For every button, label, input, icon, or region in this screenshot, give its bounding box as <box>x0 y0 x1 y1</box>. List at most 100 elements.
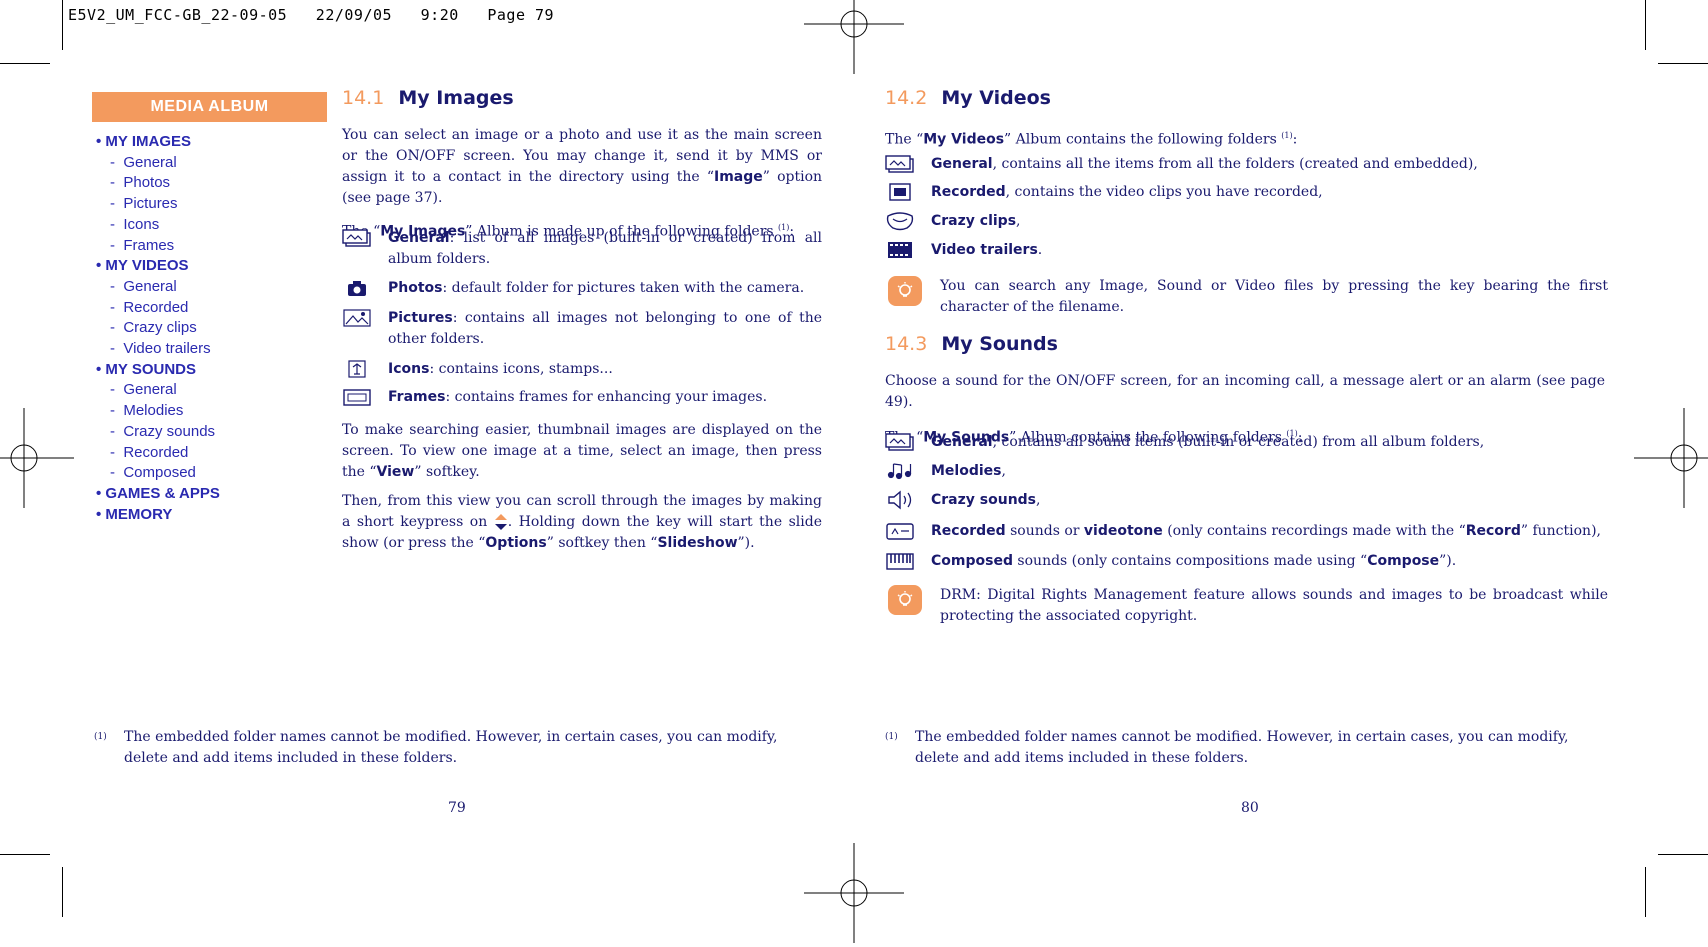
sidebar-category: MY VIDEOS <box>96 256 336 277</box>
footnote-ref: (1) <box>1281 131 1293 140</box>
folder-item-recorded-sounds: Recorded sounds or videotone (only conta… <box>885 521 1605 542</box>
images-intro-paragraph: You can select an image or a photo and u… <box>342 125 822 209</box>
section-title-14-2: 14.2 My Videos <box>885 88 1605 109</box>
left-page: 14.1 My Images <box>342 88 822 109</box>
folder-name: General <box>931 434 993 450</box>
piano-keys-icon <box>885 551 915 571</box>
folder-name: Pictures <box>388 310 453 326</box>
section-title-14-1: 14.1 My Images <box>342 88 822 109</box>
folder-text: General, contains all the items from all… <box>931 154 1605 175</box>
folder-item: Icons: contains icons, stamps... <box>342 359 822 380</box>
sidebar-subitem: General <box>96 277 336 298</box>
left-footnote: (1) The embedded folder names cannot be … <box>94 727 822 769</box>
folder-name: Crazy clips <box>931 213 1017 229</box>
folder-item-composed: Composed sounds (only contains compositi… <box>885 551 1605 572</box>
page-number: 80 <box>1241 800 1259 816</box>
folder-text: Melodies, <box>931 461 1605 482</box>
folder-text: Frames: contains frames for enhancing yo… <box>388 387 822 408</box>
crop-mark <box>1658 854 1708 855</box>
pictures-icon <box>342 308 372 328</box>
sidebar-subitem: Recorded <box>96 443 336 464</box>
folder-item: General: list of all images (built-in or… <box>342 228 822 270</box>
sidebar-subitem: Crazy sounds <box>96 422 336 443</box>
section-heading: My Videos <box>941 87 1051 109</box>
sidebar-subitem: Video trailers <box>96 339 336 360</box>
navigation-key-icon <box>494 513 508 531</box>
folder-name: Melodies <box>931 463 1002 479</box>
slideshow-paragraph: Then, from this view you can scroll thro… <box>342 491 822 554</box>
video-recorded-icon <box>885 182 915 202</box>
folder-description: , <box>1001 463 1006 479</box>
folder-text: Icons: contains icons, stamps... <box>388 359 822 380</box>
crop-mark <box>1645 867 1646 917</box>
sidebar-subitem: Pictures <box>96 194 336 215</box>
folder-description: , contains the video clips you have reco… <box>1005 184 1323 200</box>
folder-description: , contains all sound items (built-in or … <box>992 434 1485 450</box>
folder-description: , <box>1036 492 1041 508</box>
text: : <box>1292 131 1298 148</box>
folder-description: , contains all the items from all the fo… <box>992 156 1478 172</box>
sounds-paragraph: Choose a sound for the ON/OFF screen, fo… <box>885 373 1605 410</box>
text: ” softkey. <box>414 464 480 480</box>
footnote-text: The embedded folder names cannot be modi… <box>124 729 778 766</box>
text: ” Album contains the following folders <box>1004 131 1282 148</box>
crop-mark <box>1645 0 1646 50</box>
folder-description: . <box>1037 242 1043 258</box>
crop-mark <box>62 867 63 917</box>
folder-name: videotone <box>1083 523 1163 539</box>
print-slug: E5V2_UM_FCC-GB_22-09-05 22/09/05 9:20 Pa… <box>68 6 555 24</box>
folder-text: Photos: default folder for pictures take… <box>388 278 822 299</box>
thumbnail-paragraph: To make searching easier, thumbnail imag… <box>342 420 822 483</box>
crop-mark <box>1658 63 1708 64</box>
footnote-mark: (1) <box>94 732 107 742</box>
sidebar-subitem: Composed <box>96 463 336 484</box>
section-number: 14.2 <box>885 87 928 109</box>
lightbulb-tip-icon <box>888 276 922 306</box>
general-folder-icon <box>342 228 372 248</box>
sidebar-category: MY IMAGES <box>96 132 336 153</box>
folder-text: Crazy sounds, <box>931 490 1605 511</box>
section-number: 14.3 <box>885 333 928 355</box>
page-number: 79 <box>448 800 466 816</box>
emphasis: Image <box>714 169 763 185</box>
folder-text: General, contains all sound items (built… <box>931 432 1605 453</box>
folder-description: : default folder for pictures taken with… <box>442 280 805 296</box>
video-trailers-icon <box>885 240 915 260</box>
folder-description: : contains frames for enhancing your ima… <box>445 389 768 405</box>
sidebar-subitem: Icons <box>96 215 336 236</box>
text: sounds or <box>1005 523 1084 539</box>
folder-name: Frames <box>388 389 446 405</box>
folder-item: Pictures: contains all images not belong… <box>342 308 822 350</box>
section-title-14-3: 14.3 My Sounds <box>885 334 1605 355</box>
folder-item: Video trailers. <box>885 240 1605 261</box>
folder-name: Video trailers <box>931 242 1038 258</box>
folder-name: Recorded <box>931 184 1006 200</box>
section-heading: My Images <box>398 87 514 109</box>
emphasis: Compose <box>1367 553 1440 569</box>
sound-recorded-icon <box>885 521 915 541</box>
general-folder-icon <box>885 154 915 174</box>
folder-name: Photos <box>388 280 443 296</box>
drm-tip: DRM: Digital Rights Management feature a… <box>888 585 1608 627</box>
folder-description: , <box>1016 213 1021 229</box>
folder-item: Melodies, <box>885 461 1605 482</box>
emphasis: View <box>376 464 415 480</box>
registration-mark-icon <box>804 843 904 943</box>
videos-intro: The “My Videos” Album contains the follo… <box>885 125 1605 151</box>
sidebar-category: GAMES & APPS <box>96 484 336 505</box>
folder-item: General, contains all sound items (built… <box>885 432 1605 453</box>
sidebar-header: MEDIA ALBUM <box>92 92 327 122</box>
general-folder-icon <box>885 432 915 452</box>
folder-name: General <box>388 230 450 246</box>
folder-text: General: list of all images (built-in or… <box>388 228 822 270</box>
crazy-sounds-icon <box>885 490 915 510</box>
text: (only contains recordings made with the … <box>1162 523 1466 539</box>
text: ” function), <box>1520 523 1601 539</box>
crop-mark <box>0 854 50 855</box>
sidebar-category: MY SOUNDS <box>96 360 336 381</box>
folder-item: Frames: contains frames for enhancing yo… <box>342 387 822 408</box>
folder-item: General, contains all the items from all… <box>885 154 1605 175</box>
camera-icon <box>342 278 372 298</box>
crop-mark <box>62 0 63 50</box>
emphasis: Options <box>485 535 547 551</box>
